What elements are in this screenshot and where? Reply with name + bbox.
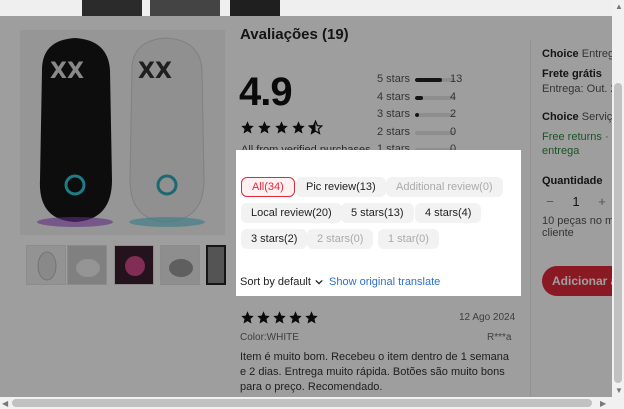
filter-2-stars[interactable]: 2 stars(0) bbox=[307, 229, 374, 249]
scroll-up-icon[interactable]: ▲ bbox=[615, 2, 623, 11]
filter-additional-review[interactable]: Additional review(0) bbox=[386, 177, 503, 197]
filter-local-review[interactable]: Local review(20) bbox=[241, 203, 342, 223]
filter-1-star[interactable]: 1 star(0) bbox=[378, 229, 439, 249]
scroll-right-icon[interactable]: ▶ bbox=[600, 399, 606, 408]
horizontal-scroll-thumb[interactable] bbox=[12, 399, 592, 407]
top-banner-image bbox=[82, 0, 142, 16]
browser-top-strip bbox=[0, 0, 624, 16]
sort-label: Sort by default bbox=[240, 276, 311, 288]
sort-dropdown[interactable]: Sort by default bbox=[240, 276, 323, 288]
top-banner-image bbox=[150, 0, 220, 16]
filter-5-stars[interactable]: 5 stars(13) bbox=[341, 203, 414, 223]
filter-all[interactable]: All(34) bbox=[241, 177, 295, 197]
vertical-scroll-thumb[interactable] bbox=[614, 83, 622, 383]
show-original-translate-link[interactable]: Show original translate bbox=[329, 276, 440, 288]
scroll-down-icon[interactable]: ▼ bbox=[615, 386, 623, 395]
review-filter-popup: All(34) Pic review(13) Additional review… bbox=[236, 150, 521, 296]
filter-4-stars[interactable]: 4 stars(4) bbox=[415, 203, 482, 223]
horizontal-scrollbar[interactable]: ◀ ▶ bbox=[0, 397, 612, 409]
filter-pic-review[interactable]: Pic review(13) bbox=[296, 177, 386, 197]
top-banner-image bbox=[230, 0, 280, 16]
vertical-scrollbar[interactable]: ▲ ▼ bbox=[612, 0, 624, 409]
filter-3-stars[interactable]: 3 stars(2) bbox=[241, 229, 308, 249]
chevron-down-icon bbox=[315, 279, 323, 285]
scroll-left-icon[interactable]: ◀ bbox=[2, 399, 8, 408]
